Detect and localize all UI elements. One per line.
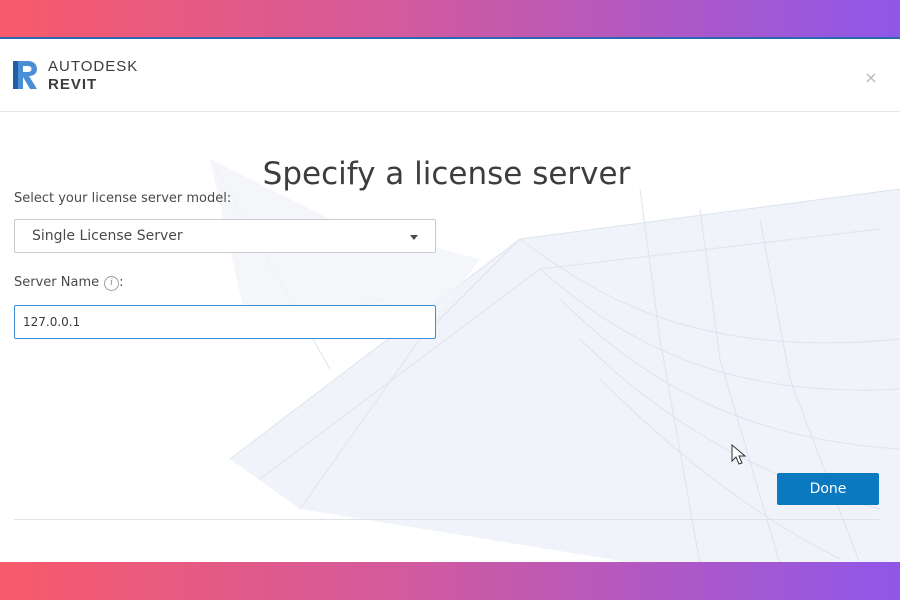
footer-divider — [14, 519, 879, 520]
license-model-selected: Single License Server — [32, 228, 183, 244]
revit-logo-icon — [13, 61, 37, 89]
mouse-pointer-icon — [731, 444, 747, 465]
chevron-down-icon — [410, 235, 418, 240]
done-button[interactable]: Done — [777, 473, 879, 505]
license-dialog: AUTODESK REVIT × Specify a license serve… — [0, 37, 900, 562]
info-icon[interactable]: i — [104, 276, 120, 291]
server-name-label-text: Server Name — [14, 275, 100, 290]
page-title: Specify a license server — [262, 155, 631, 192]
server-name-label: Server Name i: — [14, 275, 124, 291]
license-model-label: Select your license server model: — [14, 191, 232, 206]
server-name-input[interactable] — [14, 305, 436, 339]
screen-frame: AUTODESK REVIT × Specify a license serve… — [0, 0, 900, 600]
brand-product: REVIT — [48, 76, 98, 93]
license-model-dropdown[interactable]: Single License Server — [14, 219, 436, 253]
brand-company: AUTODESK — [48, 58, 139, 75]
close-icon[interactable]: × — [864, 70, 878, 86]
dialog-header: AUTODESK REVIT × — [0, 39, 900, 112]
background-artwork — [209, 158, 900, 562]
server-name-label-suffix: : — [119, 275, 124, 290]
